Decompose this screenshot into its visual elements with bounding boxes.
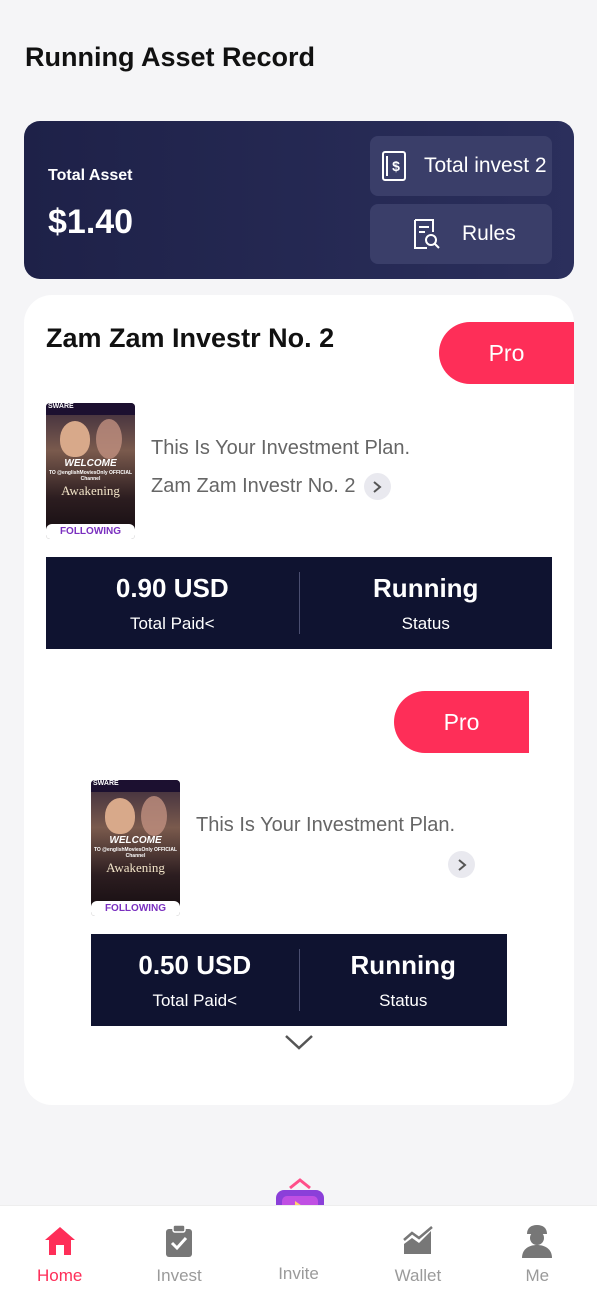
tab-label: Me [525,1266,550,1285]
total-asset-value: $1.40 [48,203,134,241]
poster-sub-text: TO @englishMoviesOnly OFFICIAL Channel [93,847,178,859]
poster-welcome-text: WELCOME [64,458,117,469]
poster-top-text: SWARE [91,780,180,792]
plan-name: Zam Zam Investr No. 2 [151,475,356,497]
plan-description: This Is Your Investment Plan. [151,437,411,459]
status-value: Running [373,572,479,603]
total-paid-value: 0.90 USD [115,572,229,603]
document-search-icon [410,218,442,250]
tab-label: Invest [156,1266,202,1285]
page-title: Running Asset Record [25,42,316,72]
total-asset-label: Total Asset [48,167,133,184]
poster-following-text: FOLLOWING [91,901,180,916]
status-value: Running [350,949,456,980]
rules-label: Rules [462,222,516,245]
plan-stats-box: 0.90 USD Total Paid< Running Status [46,557,552,649]
user-icon [520,1224,554,1258]
rules-button[interactable]: Rules [370,204,552,264]
pro-tag: Pro [394,691,529,753]
plan-poster-image[interactable]: SWARE WELCOME TO @englishMoviesOnly OFFI… [46,403,135,539]
chevron-down-icon[interactable] [284,1033,314,1056]
tab-label: Wallet [394,1266,442,1285]
tab-label: Home [37,1266,83,1285]
svg-text:$: $ [392,158,400,174]
pro-tag: Pro [439,322,574,384]
poster-top-text: SWARE [46,403,135,415]
poster-title-text: Awakening [61,483,120,498]
total-paid-label: Total Paid< [152,990,238,1010]
total-paid-value: 0.50 USD [138,949,252,980]
investment-plans-card: Zam Zam Investr No. 2 Pro SWARE WELCOME … [24,295,574,1105]
dollar-document-icon: $ [378,150,410,182]
status-label: Status [379,990,428,1010]
poster-following-text: FOLLOWING [46,524,135,539]
tab-invest[interactable]: Invest [119,1206,238,1290]
total-asset-card: Total Asset $1.40 $ Total invest 2 Rules [24,121,574,279]
plan-stats-box: 0.50 USD Total Paid< Running Status [91,934,507,1026]
plan-name-link[interactable]: Zam Zam Investr No. 2 [151,473,391,500]
tab-home[interactable]: Home [0,1206,119,1290]
total-invest-button[interactable]: $ Total invest 2 [370,136,552,196]
total-paid-label: Total Paid< [129,613,215,633]
plan-title: Zam Zam Investr No. 2 [46,323,335,353]
poster-welcome-text: WELCOME [109,835,162,846]
tab-label: Invite [278,1264,319,1283]
tab-wallet[interactable]: Wallet [358,1206,477,1290]
chart-icon [401,1224,435,1258]
plan-name-link[interactable] [440,851,475,878]
poster-title-text: Awakening [106,860,165,875]
plan-poster-image[interactable]: SWARE WELCOME TO @englishMoviesOnly OFFI… [91,780,180,916]
chevron-right-icon[interactable] [363,473,391,500]
tab-invite[interactable]: Invite [239,1206,358,1290]
tab-me[interactable]: Me [478,1206,597,1290]
plan-description: This Is Your Investment Plan. [196,814,456,836]
total-invest-label: Total invest 2 [424,154,547,177]
clipboard-check-icon [162,1224,196,1258]
status-label: Status [401,613,450,633]
poster-sub-text: TO @englishMoviesOnly OFFICIAL Channel [48,470,133,482]
home-icon [43,1224,77,1258]
bottom-tab-bar: Home Invest Invite Wallet Me [0,1205,597,1290]
chevron-right-icon[interactable] [448,851,475,878]
